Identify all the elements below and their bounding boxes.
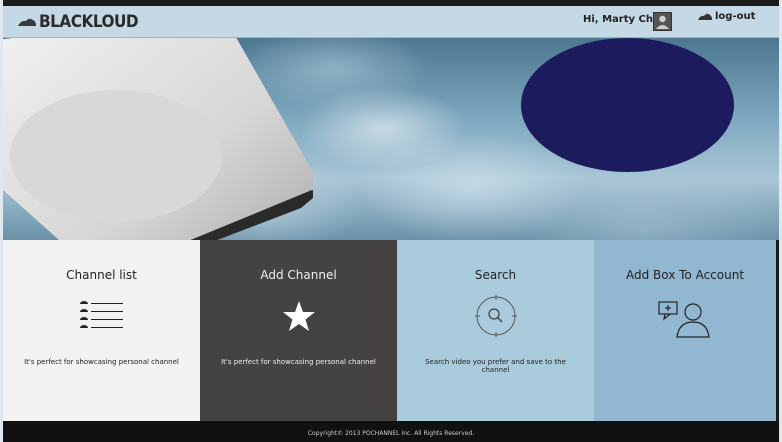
tile-channel-list[interactable]: Channel list It's perfect for showcasing… [3, 240, 200, 421]
tile-title: Add Channel [260, 268, 337, 282]
app-window: BLACKLOUD Hi, Marty Chao log-out Channel… [3, 0, 779, 442]
tile-description: It's perfect for showcasing personal cha… [24, 358, 179, 366]
star-icon [200, 298, 397, 334]
logout-link[interactable]: log-out [697, 11, 755, 22]
copyright-text: Copyright© 2013 POCHANNEL Inc. All Right… [307, 430, 475, 437]
tile-title: Add Box To Account [625, 268, 745, 282]
tile-description: It's perfect for showcasing personal cha… [221, 358, 376, 366]
hero-banner [3, 38, 779, 240]
tile-search[interactable]: Search Search video you prefer and save … [397, 240, 594, 421]
feature-tiles: Channel list It's perfect for showcasing… [3, 240, 779, 421]
avatar[interactable] [653, 12, 672, 31]
device-image [3, 38, 313, 240]
tile-title: Search [474, 268, 517, 282]
top-bar: BLACKLOUD Hi, Marty Chao log-out [3, 6, 779, 38]
tile-description: Search video you prefer and save to the … [425, 358, 566, 374]
tile-add-channel[interactable]: Add Channel It's perfect for showcasing … [200, 240, 397, 421]
cloud-logo-icon [18, 18, 36, 26]
logo-text: BLACKLOUD [39, 12, 139, 32]
search-icon [397, 295, 594, 337]
footer: Copyright© 2013 POCHANNEL Inc. All Right… [3, 421, 779, 442]
user-avatar-icon [656, 15, 669, 29]
logout-label: log-out [715, 11, 756, 22]
tile-add-box[interactable]: Add Box To Account [594, 240, 776, 421]
cloud-icon [698, 13, 712, 20]
logo[interactable]: BLACKLOUD [17, 10, 139, 34]
add-user-icon [594, 298, 776, 338]
tile-title: Channel list [66, 268, 137, 282]
list-icon [3, 298, 200, 334]
